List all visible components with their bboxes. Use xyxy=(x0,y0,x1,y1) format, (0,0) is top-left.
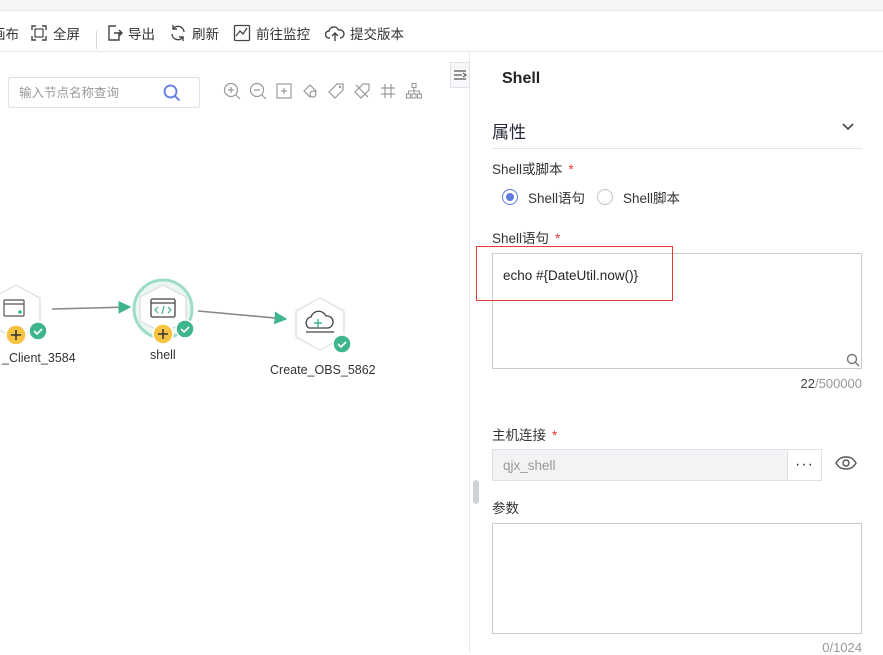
statement-char-counter: 22/500000 xyxy=(700,376,862,391)
params-label: 参数 xyxy=(492,501,519,516)
fullscreen-icon xyxy=(31,25,47,41)
eye-icon[interactable] xyxy=(835,455,857,471)
refresh-icon xyxy=(171,25,185,41)
host-connection-label: 主机连接 * xyxy=(492,424,557,444)
section-title: 属性 xyxy=(492,123,526,142)
canvas-button[interactable]: 画布 xyxy=(0,23,19,43)
shell-or-script-text: Shell或脚本 xyxy=(492,162,563,177)
locate-node-icon[interactable] xyxy=(301,82,319,100)
export-label: 导出 xyxy=(128,27,155,42)
workflow-canvas[interactable]: _Client_3584 shell Create_OBS_5862 xyxy=(0,52,470,653)
monitor-label: 前往监控 xyxy=(256,27,310,42)
properties-section-header[interactable]: 属性 xyxy=(492,118,862,149)
radio-shell-script-label: Shell脚本 xyxy=(623,191,681,206)
edge-client-shell[interactable] xyxy=(51,300,132,314)
required-mark: * xyxy=(555,231,561,246)
monitor-button[interactable]: 前往监控 xyxy=(233,23,310,43)
fullscreen-button[interactable]: 全屏 xyxy=(30,23,80,43)
node-client[interactable] xyxy=(0,284,48,346)
success-check-icon xyxy=(28,321,48,341)
hide-tag-icon[interactable] xyxy=(353,82,371,100)
fit-view-icon[interactable] xyxy=(275,82,293,100)
success-check-icon xyxy=(175,319,195,339)
refresh-button[interactable]: 刷新 xyxy=(169,23,219,43)
top-strip xyxy=(0,0,883,11)
success-check-icon xyxy=(332,334,352,354)
host-select-more-button[interactable]: ··· xyxy=(787,450,821,480)
canvas-label: 画布 xyxy=(0,27,19,42)
radio-shell-statement[interactable]: Shell语句 xyxy=(502,187,585,207)
statement-count: 22 xyxy=(800,376,815,391)
chevron-down-icon[interactable] xyxy=(840,118,856,134)
zoom-in-icon[interactable] xyxy=(223,82,241,100)
submit-version-button[interactable]: 提交版本 xyxy=(325,23,404,43)
collapse-panel-button[interactable] xyxy=(450,62,470,88)
search-icon[interactable] xyxy=(163,84,181,102)
monitor-icon xyxy=(233,24,251,42)
workflow-graph xyxy=(0,278,352,354)
grid-icon[interactable] xyxy=(379,82,397,100)
radio-shell-script[interactable]: Shell脚本 xyxy=(597,187,680,207)
params-input[interactable] xyxy=(492,523,862,634)
required-mark: * xyxy=(568,162,574,177)
shell-statement-input[interactable]: echo #{DateUtil.now()} xyxy=(492,253,862,369)
zoom-out-icon[interactable] xyxy=(249,82,267,100)
toolbar-divider xyxy=(96,31,97,49)
panel-resize-handle[interactable] xyxy=(473,480,479,504)
shell-statement-text: Shell语句 xyxy=(492,231,550,246)
host-connection-field: qjx_shell ··· xyxy=(492,449,822,481)
layout-tree-icon[interactable] xyxy=(405,82,423,100)
node-search xyxy=(8,77,200,108)
node-label-client: _Client_3584 xyxy=(2,351,76,365)
panel-title: Shell xyxy=(502,70,541,87)
collapse-icon xyxy=(454,70,467,80)
export-icon xyxy=(108,25,123,41)
node-label-create-obs: Create_OBS_5862 xyxy=(270,363,376,377)
radio-dot-selected xyxy=(502,189,518,205)
refresh-label: 刷新 xyxy=(192,27,219,42)
required-mark: * xyxy=(552,428,558,443)
node-label-shell: shell xyxy=(150,348,176,362)
host-connection-value: qjx_shell xyxy=(503,458,556,473)
submit-version-label: 提交版本 xyxy=(350,27,404,42)
radio-dot xyxy=(597,189,613,205)
shell-statement-label: Shell语句 * xyxy=(492,227,560,247)
textarea-resize-icon[interactable] xyxy=(846,353,860,367)
export-button[interactable]: 导出 xyxy=(105,23,155,43)
radio-shell-statement-label: Shell语句 xyxy=(528,191,586,206)
statement-max: /500000 xyxy=(815,376,862,391)
node-shell[interactable] xyxy=(132,278,195,345)
tag-icon[interactable] xyxy=(327,82,345,100)
host-connection-text: 主机连接 xyxy=(492,428,546,443)
node-search-input[interactable] xyxy=(19,78,169,107)
toolbar: 画布 全屏 导出 刷新 前往监控 提交版本 xyxy=(0,11,883,52)
shell-or-script-label: Shell或脚本 * xyxy=(492,158,574,178)
upload-cloud-icon xyxy=(325,26,345,41)
edge-shell-obs[interactable] xyxy=(197,310,288,325)
node-create-obs[interactable] xyxy=(295,297,352,354)
fullscreen-label: 全屏 xyxy=(53,27,80,42)
